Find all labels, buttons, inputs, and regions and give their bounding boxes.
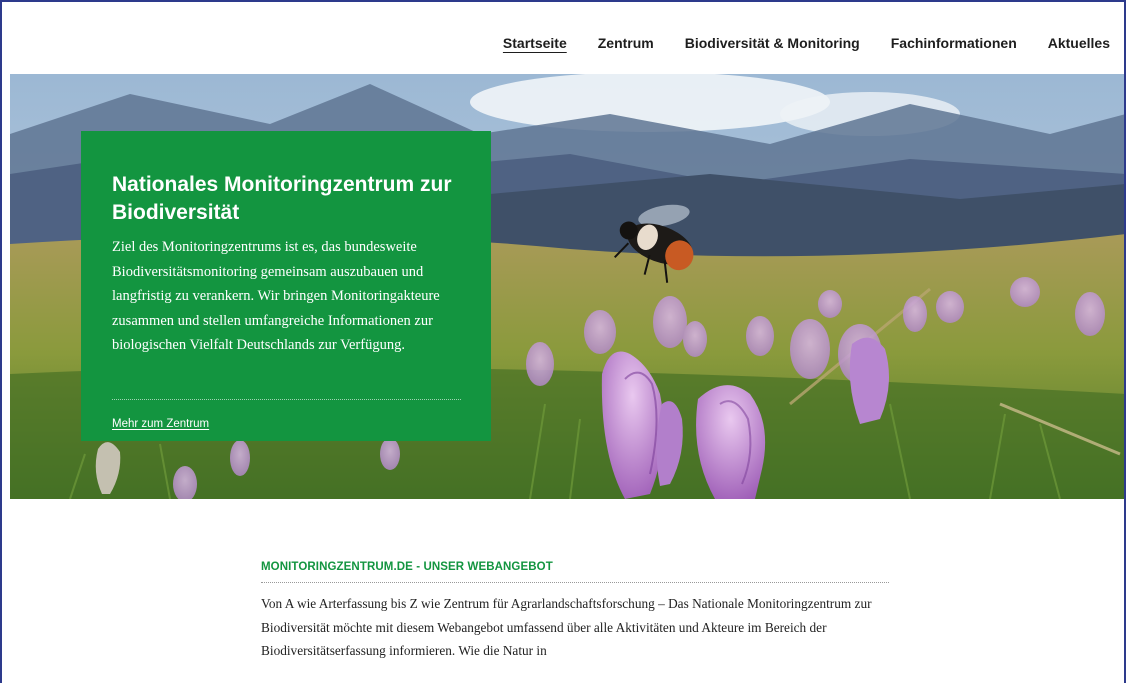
main-menu: Startseite Zentrum Biodiversität & Monit… bbox=[472, 35, 1110, 51]
nav-item-fachinformationen[interactable]: Fachinformationen bbox=[891, 35, 1017, 51]
section-divider bbox=[261, 582, 889, 583]
hero-banner: Nationales Monitoringzentrum zur Biodive… bbox=[10, 74, 1124, 499]
browser-frame: Startseite Zentrum Biodiversität & Monit… bbox=[0, 0, 1126, 683]
hero-info-card: Nationales Monitoringzentrum zur Biodive… bbox=[81, 131, 491, 441]
mehr-zum-zentrum-link[interactable]: Mehr zum Zentrum bbox=[112, 418, 209, 430]
section-heading: MONITORINGZENTRUM.DE - UNSER WEBANGEBOT bbox=[261, 561, 553, 573]
nav-item-startseite[interactable]: Startseite bbox=[503, 35, 567, 51]
top-navigation: Startseite Zentrum Biodiversität & Monit… bbox=[2, 2, 1124, 74]
main-content: MONITORINGZENTRUM.DE - UNSER WEBANGEBOT … bbox=[261, 561, 889, 663]
nav-item-biodiversitaet-monitoring[interactable]: Biodiversität & Monitoring bbox=[685, 35, 860, 51]
nav-item-aktuelles[interactable]: Aktuelles bbox=[1048, 35, 1110, 51]
hero-divider bbox=[112, 399, 461, 400]
hero-title: Nationales Monitoringzentrum zur Biodive… bbox=[112, 173, 452, 224]
nav-item-zentrum[interactable]: Zentrum bbox=[598, 35, 654, 51]
section-body-text: Von A wie Arterfassung bis Z wie Zentrum… bbox=[261, 596, 872, 658]
hero-description: Ziel des Monitoringzentrums ist es, das … bbox=[112, 239, 440, 353]
